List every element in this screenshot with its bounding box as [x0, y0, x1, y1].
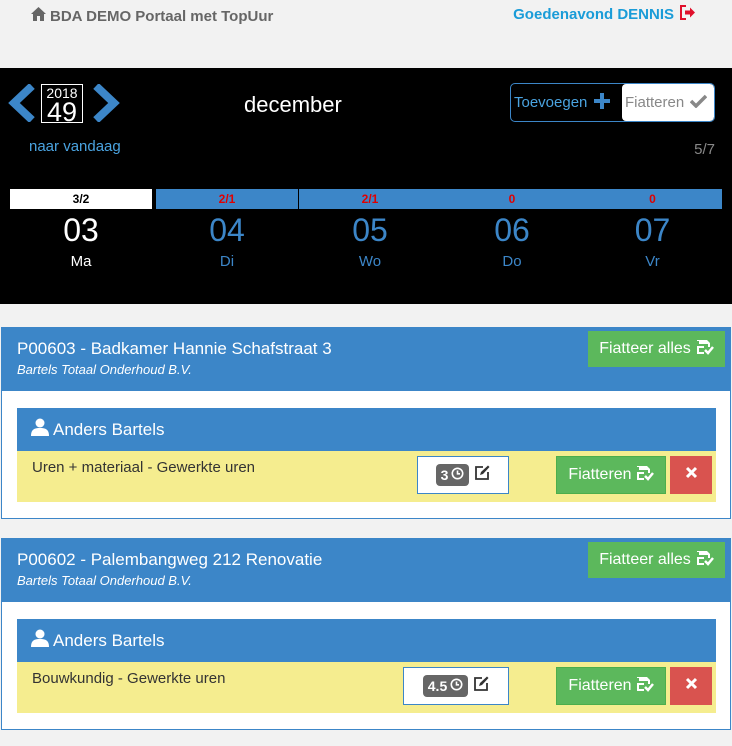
day-date: 03	[63, 212, 99, 248]
user-greeting[interactable]: Goedenavond DENNIS	[513, 5, 696, 24]
plus-icon	[587, 92, 611, 113]
brand-title: BDA DEMO Portaal met TopUur	[50, 7, 274, 25]
approve-entry-button[interactable]: Fiatteren	[556, 667, 666, 705]
approve-label: Fiatteren	[625, 94, 685, 111]
approve-all-label: Fiatteer alles	[599, 551, 691, 568]
day-wednesday[interactable]: 2/1 05 Wo	[299, 189, 441, 270]
day-friday[interactable]: 0 07 Vr	[583, 189, 722, 270]
project-panel: P00602 - Palembangweg 212 Renovatie Bart…	[1, 538, 731, 730]
delete-entry-button[interactable]	[670, 456, 712, 494]
week-number: 49	[46, 97, 78, 127]
save-check-icon	[691, 550, 714, 571]
today-link[interactable]: naar vandaag	[29, 138, 121, 155]
close-icon	[685, 677, 698, 695]
time-entry-row: Bouwkundig - Gewerkte uren 4.5 Fiatteren	[17, 662, 716, 713]
day-name: Wo	[358, 253, 382, 270]
project-title: P00602 - Palembangweg 212 Renovatie	[17, 550, 323, 569]
save-check-icon	[691, 339, 714, 360]
hours-badge: 4.5	[422, 675, 469, 697]
edit-icon[interactable]	[473, 676, 489, 697]
project-header: P00602 - Palembangweg 212 Renovatie Bart…	[2, 539, 730, 602]
approval-counter: 5/7	[694, 141, 715, 158]
edit-icon[interactable]	[474, 465, 490, 486]
greeting-text: Goedenavond DENNIS	[513, 6, 674, 23]
day-date: 05	[352, 212, 388, 248]
day-name: Vr	[645, 253, 660, 270]
employee-header: Anders Bartels	[17, 619, 716, 662]
project-company: Bartels Totaal Onderhoud B.V.	[17, 573, 192, 588]
logout-icon[interactable]	[674, 5, 696, 24]
approve-all-button[interactable]: Fiatteer alles	[588, 542, 725, 578]
approve-entry-label: Fiatteren	[568, 466, 632, 483]
project-panel: P00603 - Badkamer Hannie Schafstraat 3 B…	[1, 327, 731, 519]
save-check-icon	[632, 676, 654, 697]
approve-entry-label: Fiatteren	[568, 677, 632, 694]
clock-icon	[447, 678, 463, 694]
project-company: Bartels Totaal Onderhoud B.V.	[17, 362, 192, 377]
top-bar: BDA DEMO Portaal met TopUur Goedenavond …	[0, 0, 732, 32]
close-icon	[685, 466, 698, 484]
user-icon	[31, 629, 53, 652]
day-date: 04	[209, 212, 245, 248]
employee-section: Anders Bartels Uren + materiaal - Gewerk…	[17, 408, 716, 502]
day-date: 07	[634, 212, 671, 248]
day-name: Ma	[70, 253, 92, 270]
brand[interactable]: BDA DEMO Portaal met TopUur	[30, 6, 273, 26]
save-check-icon	[632, 465, 654, 486]
next-week-button[interactable]	[90, 83, 120, 123]
week-calendar: 2018 49 december naar vandaag Toevoegen …	[0, 68, 732, 304]
day-count: 2/1	[156, 189, 298, 209]
day-name: Do	[502, 253, 522, 270]
home-icon	[30, 6, 50, 26]
day-count: 2/1	[299, 189, 441, 209]
hours-edit-box[interactable]: 4.5	[403, 667, 509, 705]
clock-icon	[448, 467, 464, 483]
entry-description: Bouwkundig - Gewerkte uren	[32, 670, 226, 687]
user-icon	[31, 418, 53, 441]
day-date: 06	[494, 212, 530, 248]
employee-name: Anders Bartels	[53, 630, 165, 650]
employee-header: Anders Bartels	[17, 408, 716, 451]
approve-button[interactable]: Fiatteren	[622, 84, 714, 121]
hours-edit-box[interactable]: 3	[417, 456, 509, 494]
week-indicator: 2018 49	[41, 84, 83, 127]
employee-section: Anders Bartels Bouwkundig - Gewerkte ure…	[17, 619, 716, 713]
approve-entry-button[interactable]: Fiatteren	[556, 456, 666, 494]
checkmark-icon	[684, 94, 708, 112]
add-label: Toevoegen	[514, 94, 588, 111]
day-count: 3/2	[10, 189, 152, 209]
time-entry-row: Uren + materiaal - Gewerkte uren 3 Fiatt…	[17, 451, 716, 502]
employee-name: Anders Bartels	[53, 419, 165, 439]
project-title: P00603 - Badkamer Hannie Schafstraat 3	[17, 339, 332, 358]
hours-badge: 3	[435, 464, 470, 486]
approve-all-button[interactable]: Fiatteer alles	[588, 331, 725, 367]
day-count: 0	[441, 189, 583, 209]
entry-description: Uren + materiaal - Gewerkte uren	[32, 459, 256, 476]
month-label: december	[244, 92, 342, 117]
add-button[interactable]: Toevoegen	[511, 84, 622, 121]
approve-all-label: Fiatteer alles	[599, 340, 691, 357]
hours-value: 4.5	[427, 678, 448, 694]
day-thursday[interactable]: 0 06 Do	[441, 189, 583, 270]
project-header: P00603 - Badkamer Hannie Schafstraat 3 B…	[2, 328, 730, 391]
day-monday[interactable]: 3/2 03 Ma	[10, 189, 152, 270]
delete-entry-button[interactable]	[670, 667, 712, 705]
previous-week-button[interactable]	[8, 83, 38, 123]
action-button-group: Toevoegen Fiatteren	[510, 83, 715, 122]
day-count: 0	[583, 189, 722, 209]
day-tuesday[interactable]: 2/1 04 Di	[156, 189, 298, 270]
day-name: Di	[219, 253, 235, 270]
hours-value: 3	[440, 467, 449, 483]
